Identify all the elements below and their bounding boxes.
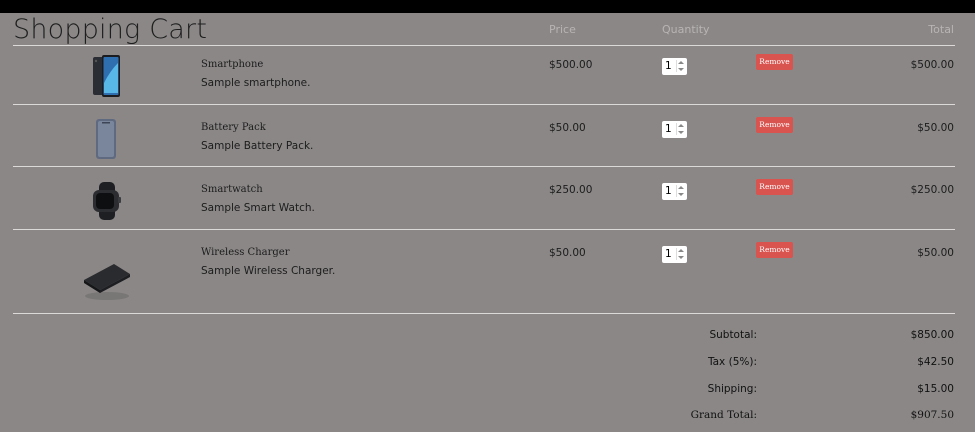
spinner-arrows-icon[interactable] bbox=[676, 185, 685, 197]
item-total: $50.00 bbox=[917, 122, 954, 134]
cart-row: Battery Pack Sample Battery Pack. $50.00… bbox=[0, 109, 975, 171]
quantity-stepper[interactable]: 1 bbox=[662, 121, 687, 138]
item-total: $500.00 bbox=[910, 59, 954, 71]
remove-button[interactable]: Remove bbox=[756, 242, 793, 258]
quantity-value: 1 bbox=[665, 248, 672, 260]
summary-divider bbox=[13, 313, 955, 314]
quantity-stepper[interactable]: 1 bbox=[662, 58, 687, 75]
item-price: $500.00 bbox=[549, 59, 593, 71]
shipping-label: Shipping: bbox=[707, 383, 757, 395]
item-name: Smartphone bbox=[201, 59, 264, 70]
subtotal-value: $850.00 bbox=[910, 329, 954, 341]
page-title: Shopping Cart bbox=[13, 14, 208, 45]
cart-row: Wireless Charger Sample Wireless Charger… bbox=[0, 234, 975, 300]
item-description: Sample smartphone. bbox=[201, 77, 311, 89]
shipping-value: $15.00 bbox=[917, 383, 954, 395]
tax-label: Tax (5%): bbox=[707, 356, 757, 368]
subtotal-label: Subtotal: bbox=[709, 329, 757, 341]
column-header-price: Price bbox=[549, 23, 576, 36]
item-price: $50.00 bbox=[549, 247, 586, 259]
tax-value: $42.50 bbox=[917, 356, 954, 368]
item-name: Smartwatch bbox=[201, 184, 263, 195]
item-total: $250.00 bbox=[910, 184, 954, 196]
cart-row: Smartwatch Sample Smart Watch. $250.00 1… bbox=[0, 171, 975, 233]
quantity-stepper[interactable]: 1 bbox=[662, 183, 687, 200]
item-total: $50.00 bbox=[917, 247, 954, 259]
item-price: $50.00 bbox=[549, 122, 586, 134]
spinner-arrows-icon[interactable] bbox=[676, 60, 685, 72]
spinner-arrows-icon[interactable] bbox=[676, 248, 685, 260]
remove-button[interactable]: Remove bbox=[756, 117, 793, 133]
quantity-value: 1 bbox=[665, 185, 672, 197]
remove-button[interactable]: Remove bbox=[756, 179, 793, 195]
remove-button[interactable]: Remove bbox=[756, 54, 793, 70]
item-description: Sample Wireless Charger. bbox=[201, 265, 336, 277]
column-header-total: Total bbox=[928, 23, 954, 36]
top-bar bbox=[0, 0, 975, 13]
grand-total-label: Grand Total: bbox=[690, 409, 757, 421]
battery-pack-image bbox=[96, 119, 116, 159]
smartwatch-image bbox=[93, 182, 121, 220]
row-divider bbox=[13, 166, 955, 167]
wireless-charger-image bbox=[84, 264, 130, 300]
spinner-arrows-icon[interactable] bbox=[676, 123, 685, 135]
quantity-stepper[interactable]: 1 bbox=[662, 246, 687, 263]
quantity-value: 1 bbox=[665, 123, 672, 135]
smartphone-image bbox=[93, 55, 120, 97]
item-price: $250.00 bbox=[549, 184, 593, 196]
item-name: Battery Pack bbox=[201, 122, 266, 133]
cart-row: Smartphone Sample smartphone. $500.00 1 … bbox=[0, 46, 975, 108]
column-header-quantity: Quantity bbox=[662, 23, 710, 36]
item-description: Sample Battery Pack. bbox=[201, 140, 314, 152]
item-description: Sample Smart Watch. bbox=[201, 202, 315, 214]
grand-total-value: $907.50 bbox=[910, 409, 954, 421]
row-divider bbox=[13, 229, 955, 230]
item-name: Wireless Charger bbox=[201, 247, 290, 258]
row-divider bbox=[13, 104, 955, 105]
quantity-value: 1 bbox=[665, 60, 672, 72]
